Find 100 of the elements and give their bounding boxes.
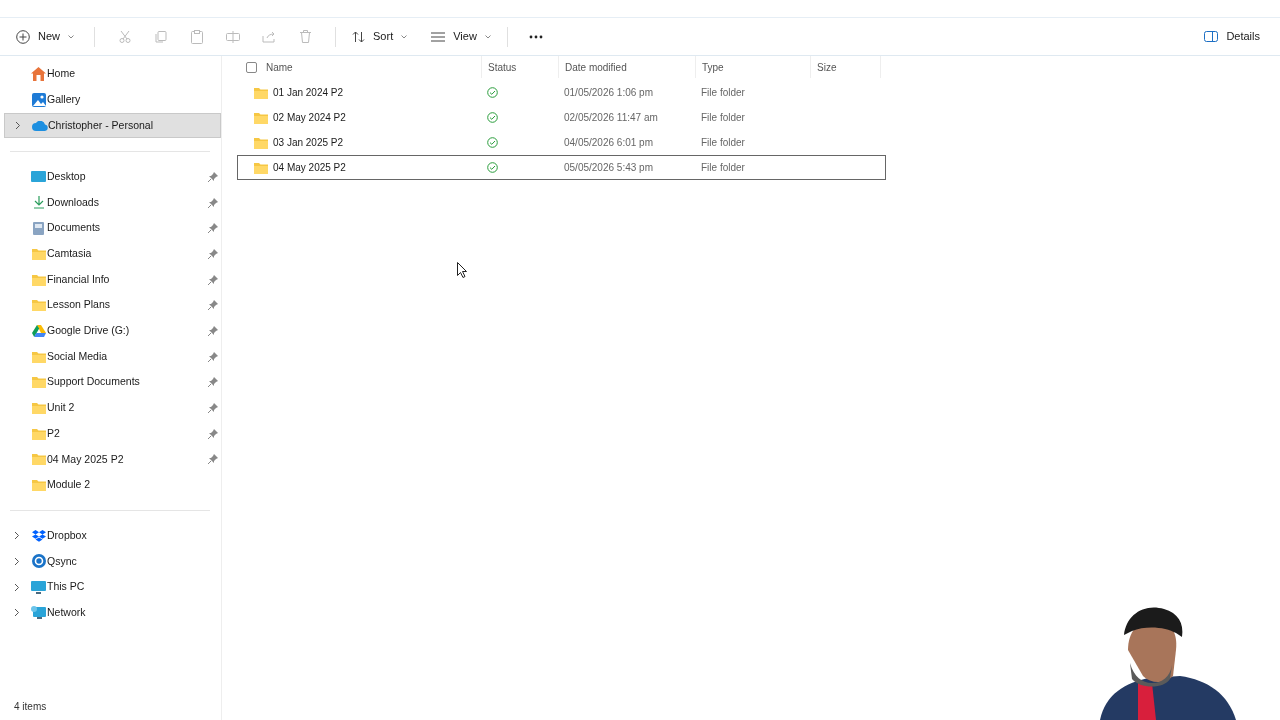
plus-icon (16, 29, 30, 44)
chevron-icon[interactable] (14, 608, 20, 618)
desktop-icon (31, 171, 46, 183)
new-button[interactable]: New (16, 22, 82, 51)
network-icon (31, 606, 46, 620)
pin-icon[interactable] (208, 223, 218, 234)
file-row[interactable]: 04 May 2025 P2 05/05/2026 5:43 pm File folder (237, 155, 886, 180)
folder-icon (31, 427, 46, 440)
cloud-icon (31, 120, 48, 131)
file-name: 03 Jan 2025 P2 (273, 136, 344, 150)
check-circle-icon (487, 162, 498, 173)
column-header[interactable]: Date modified (559, 56, 696, 78)
pin-icon[interactable] (208, 274, 218, 285)
type-cell-text: File folder (700, 161, 746, 175)
more-icon (528, 34, 543, 39)
column-header[interactable]: Size (811, 56, 881, 78)
folder-icon (31, 273, 46, 286)
type-cell-text: File folder (700, 86, 746, 100)
chevron-icon[interactable] (14, 556, 20, 566)
chevron-icon[interactable] (14, 531, 20, 541)
nav-item[interactable]: Home (4, 61, 221, 86)
trash-icon (299, 30, 311, 43)
folder-icon (254, 136, 268, 149)
home-icon (31, 66, 46, 81)
chevron-icon[interactable] (15, 121, 21, 130)
nav-item[interactable]: Christopher - Personal (4, 113, 221, 138)
nav-item[interactable]: Camtasia (4, 241, 221, 267)
nav-item[interactable]: Gallery (4, 87, 221, 112)
nav-item[interactable]: Dropbox (4, 522, 221, 549)
column-header[interactable]: Type (696, 56, 811, 78)
nav-item[interactable]: Lesson Plans (4, 292, 221, 319)
folder-icon (254, 111, 268, 124)
nav-item[interactable]: Social Media (4, 343, 221, 370)
nav-item[interactable]: Network (4, 600, 221, 626)
date-cell-text: 05/05/2026 5:43 pm (563, 161, 654, 175)
nav-item[interactable]: Support Documents (4, 369, 221, 396)
nav-item[interactable]: Desktop (4, 164, 221, 190)
pin-icon[interactable] (208, 351, 218, 362)
file-name: 02 May 2024 P2 (273, 111, 346, 125)
panel-icon (1204, 31, 1219, 42)
pin-icon[interactable] (208, 403, 218, 414)
caret-icon (401, 34, 408, 39)
sort-icon (352, 30, 365, 43)
copy-icon (155, 30, 167, 43)
triangle-icon (31, 324, 46, 337)
nav-item[interactable]: This PC (4, 574, 221, 600)
column-header[interactable]: Name (237, 56, 482, 78)
file-row[interactable]: 02 May 2024 P2 02/05/2026 11:47 am File folder (237, 105, 886, 130)
nav-item[interactable]: Qsync (4, 548, 221, 575)
pin-icon[interactable] (208, 377, 218, 388)
list-icon (431, 31, 446, 42)
pin-icon[interactable] (208, 325, 218, 336)
pin-icon[interactable] (208, 428, 218, 439)
date-cell-text: 02/05/2026 11:47 am (563, 111, 659, 125)
nav-item[interactable]: Downloads (4, 189, 221, 216)
pin-icon[interactable] (208, 197, 218, 208)
nav-item[interactable]: Module 2 (4, 472, 221, 498)
nav-item[interactable]: P2 (4, 420, 221, 447)
nav-item[interactable]: Unit 2 (4, 395, 221, 421)
chevron-icon[interactable] (14, 582, 20, 592)
sort-button[interactable]: Sort (348, 22, 412, 51)
folder-icon (254, 161, 268, 174)
details-button[interactable]: Details (1200, 22, 1264, 51)
folder-icon (31, 479, 46, 492)
share-icon (262, 30, 276, 43)
nav-item[interactable]: Financial Info (4, 266, 221, 293)
caret-icon (68, 34, 74, 39)
date-cell-text: 04/05/2026 6:01 pm (563, 136, 654, 150)
select-all-checkbox[interactable] (246, 61, 257, 73)
folder-icon (31, 299, 46, 312)
nav-item[interactable]: 04 May 2025 P2 (4, 446, 221, 473)
pin-icon[interactable] (208, 454, 218, 465)
download-icon (32, 196, 45, 210)
check-circle-icon (487, 87, 498, 98)
pin-icon[interactable] (208, 171, 218, 182)
monitor-icon (31, 580, 46, 594)
folder-icon (31, 376, 46, 389)
column-header[interactable]: Status (482, 56, 559, 78)
pin-icon[interactable] (208, 300, 218, 311)
clipboard-icon (191, 29, 203, 44)
document-icon (33, 221, 44, 235)
scissors-icon (119, 30, 131, 43)
folder-icon (254, 86, 268, 99)
gallery-icon (31, 92, 46, 107)
file-name: 04 May 2025 P2 (273, 161, 346, 175)
item-count: 4 items (13, 700, 48, 714)
folder-icon (31, 402, 46, 415)
folder-icon (31, 350, 46, 363)
nav-item[interactable]: Google Drive (G:) (4, 318, 221, 344)
check-circle-icon (487, 137, 498, 148)
view-button[interactable]: View (427, 22, 495, 51)
file-row[interactable]: 01 Jan 2024 P2 01/05/2026 1:06 pm File folder (237, 80, 886, 105)
folder-icon (31, 453, 46, 466)
sync-icon (31, 554, 46, 569)
type-cell-text: File folder (700, 111, 746, 125)
file-row[interactable]: 03 Jan 2025 P2 04/05/2026 6:01 pm File folder (237, 130, 886, 155)
pin-icon[interactable] (208, 248, 218, 259)
nav-item[interactable]: Documents (4, 215, 221, 242)
folder-icon (31, 247, 46, 260)
date-cell-text: 01/05/2026 1:06 pm (563, 86, 654, 100)
